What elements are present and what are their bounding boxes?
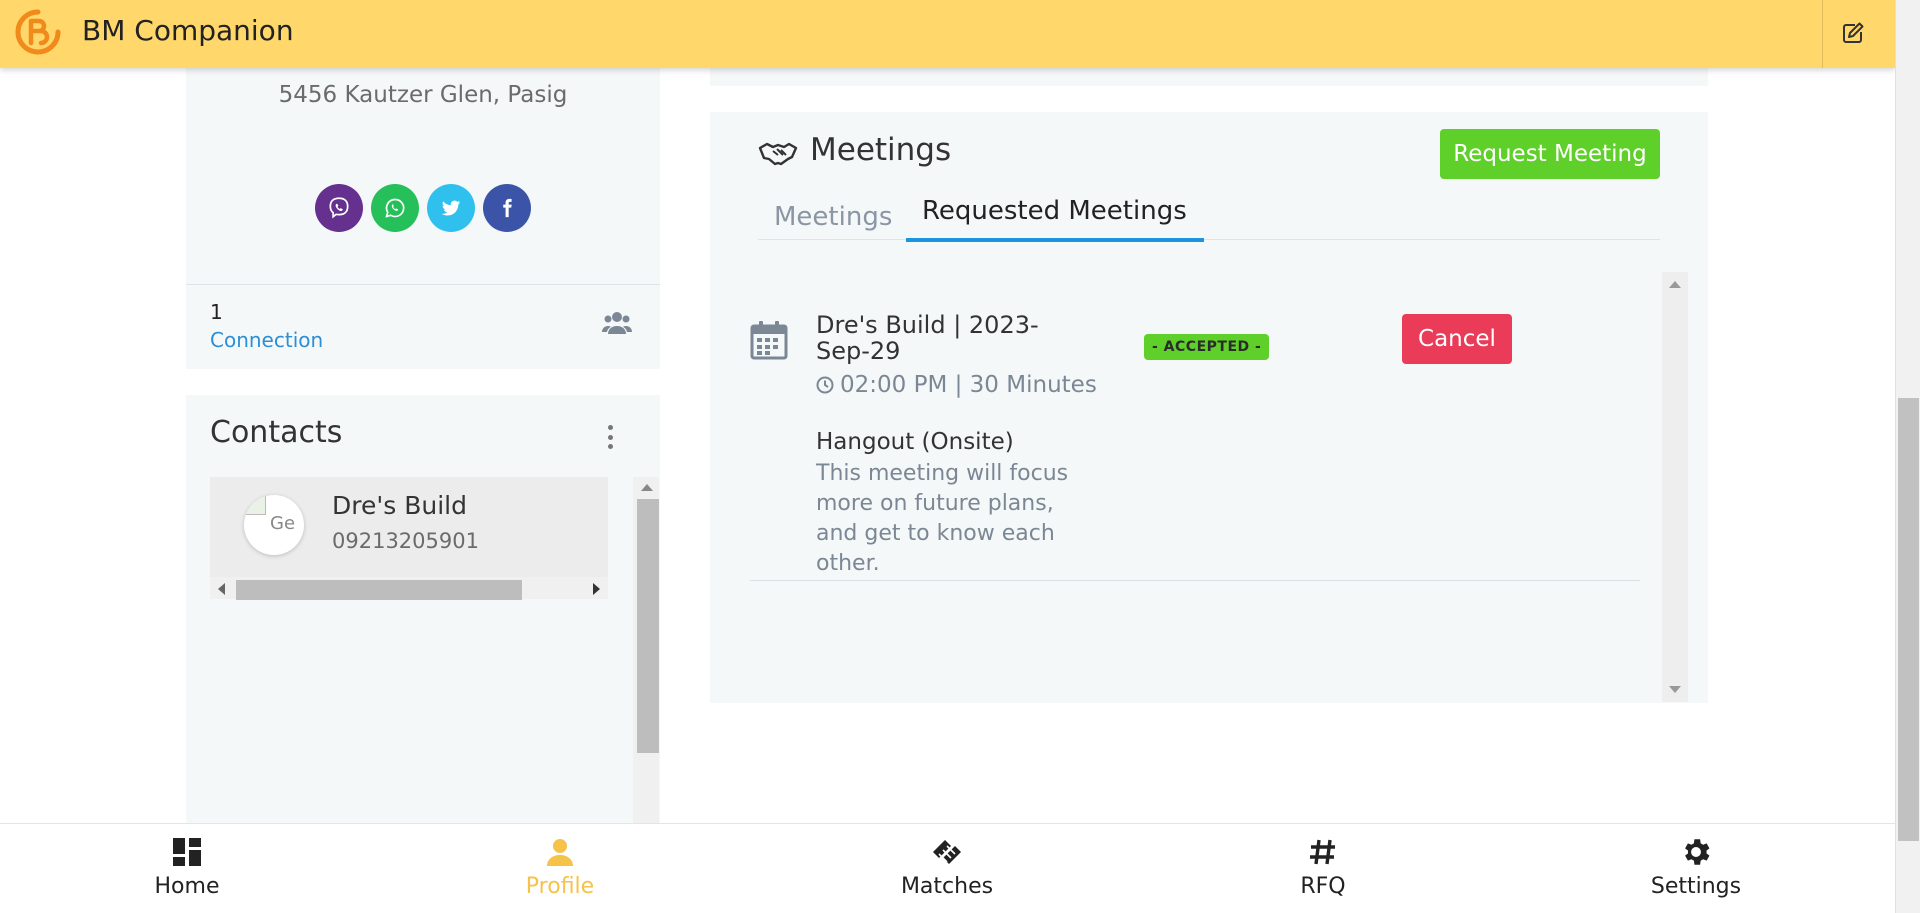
row-divider <box>750 580 1640 581</box>
meeting-description: This meeting will focus more on future p… <box>816 461 1069 576</box>
profile-card: 5456 Kautzer Glen, Pasig 1 Connection <box>186 60 660 369</box>
scroll-left-arrow-icon[interactable] <box>218 583 225 595</box>
nav-matches[interactable]: Matches <box>867 834 1027 899</box>
clock-icon <box>816 376 834 394</box>
contact-horizontal-scrollbar[interactable] <box>210 577 608 600</box>
header-divider <box>1822 0 1823 68</box>
broken-image-icon <box>244 495 266 515</box>
nav-profile-label: Profile <box>525 874 595 899</box>
meetings-card: Meetings Request Meeting Meetings Reques… <box>710 112 1708 703</box>
nav-home-label: Home <box>154 874 220 899</box>
viber-icon[interactable] <box>315 184 363 232</box>
gear-icon <box>1616 834 1776 870</box>
status-badge: - ACCEPTED - <box>1144 334 1270 360</box>
scroll-down-arrow-icon[interactable] <box>1669 686 1681 693</box>
whatsapp-icon[interactable] <box>371 184 419 232</box>
connection-divider <box>186 284 660 285</box>
meeting-title: Dre's Build | 2023-Sep-29 <box>816 311 1039 365</box>
nav-rfq[interactable]: RFQ <box>1243 834 1403 899</box>
nav-profile[interactable]: Profile <box>480 834 640 899</box>
meetings-tabs: Meetings Requested Meetings <box>758 194 1660 242</box>
page-scrollbar[interactable] <box>1895 0 1920 913</box>
facebook-icon[interactable] <box>483 184 531 232</box>
edit-icon[interactable] <box>1838 18 1868 48</box>
contact-name: Dre's Build <box>332 491 467 520</box>
scroll-right-arrow-icon[interactable] <box>593 583 600 595</box>
scroll-up-arrow-icon[interactable] <box>1669 281 1681 288</box>
meeting-list: Dre's Build | 2023-Sep-29 02:00 PM | 30 … <box>750 272 1684 702</box>
tab-meetings[interactable]: Meetings <box>774 202 892 248</box>
viewport: 5456 Kautzer Glen, Pasig 1 Connection Co… <box>0 0 1895 913</box>
meeting-type: Hangout (Onsite) <box>816 429 1014 455</box>
meeting-time-text: 02:00 PM | 30 Minutes <box>840 372 1097 398</box>
profile-address: 5456 Kautzer Glen, Pasig <box>278 82 568 108</box>
connection-count: 1 <box>210 300 223 324</box>
nav-home[interactable]: Home <box>107 834 267 899</box>
dashboard-icon <box>107 834 267 870</box>
app-title: BM Companion <box>82 14 294 47</box>
users-icon <box>602 310 632 340</box>
nav-rfq-label: RFQ <box>1300 874 1346 899</box>
contact-phone: 09213205901 <box>332 529 479 553</box>
page-scrollbar-thumb[interactable] <box>1898 398 1919 841</box>
meeting-time: 02:00 PM | 30 Minutes <box>816 372 1097 398</box>
scrollbar-thumb[interactable] <box>236 580 522 600</box>
nav-matches-label: Matches <box>900 874 994 899</box>
nav-settings-label: Settings <box>1650 874 1742 899</box>
kebab-menu-icon[interactable] <box>604 425 616 449</box>
avatar: Ge <box>244 495 304 555</box>
avatar-alt-text: Ge <box>270 513 296 534</box>
scroll-up-arrow-icon[interactable] <box>641 484 653 491</box>
bottom-navigation: Home Profile Matches RFQ Settings <box>0 823 1895 913</box>
contacts-card: Contacts Ge Dre's Build 09213205901 <box>186 395 660 825</box>
meetings-title: Meetings <box>810 132 952 168</box>
scrollbar-thumb[interactable] <box>637 499 659 753</box>
contacts-vertical-scrollbar[interactable] <box>633 477 659 825</box>
tab-requested-meetings[interactable]: Requested Meetings <box>906 194 1204 242</box>
app-header: BM Companion <box>0 0 1895 68</box>
cancel-meeting-button[interactable]: Cancel <box>1402 314 1512 364</box>
app-logo-icon <box>14 8 62 56</box>
connection-link[interactable]: Connection <box>210 328 323 352</box>
request-meeting-button[interactable]: Request Meeting <box>1440 129 1660 179</box>
contacts-title: Contacts <box>210 415 343 450</box>
hashtag-icon <box>1243 834 1403 870</box>
contact-list-item[interactable]: Ge Dre's Build 09213205901 <box>210 477 608 600</box>
handshake-icon <box>867 834 1027 870</box>
twitter-icon[interactable] <box>427 184 475 232</box>
meeting-list-scrollbar[interactable] <box>1662 272 1688 702</box>
handshake-icon <box>758 140 798 172</box>
person-icon <box>480 834 640 870</box>
nav-settings[interactable]: Settings <box>1616 834 1776 899</box>
calendar-icon <box>750 320 788 364</box>
